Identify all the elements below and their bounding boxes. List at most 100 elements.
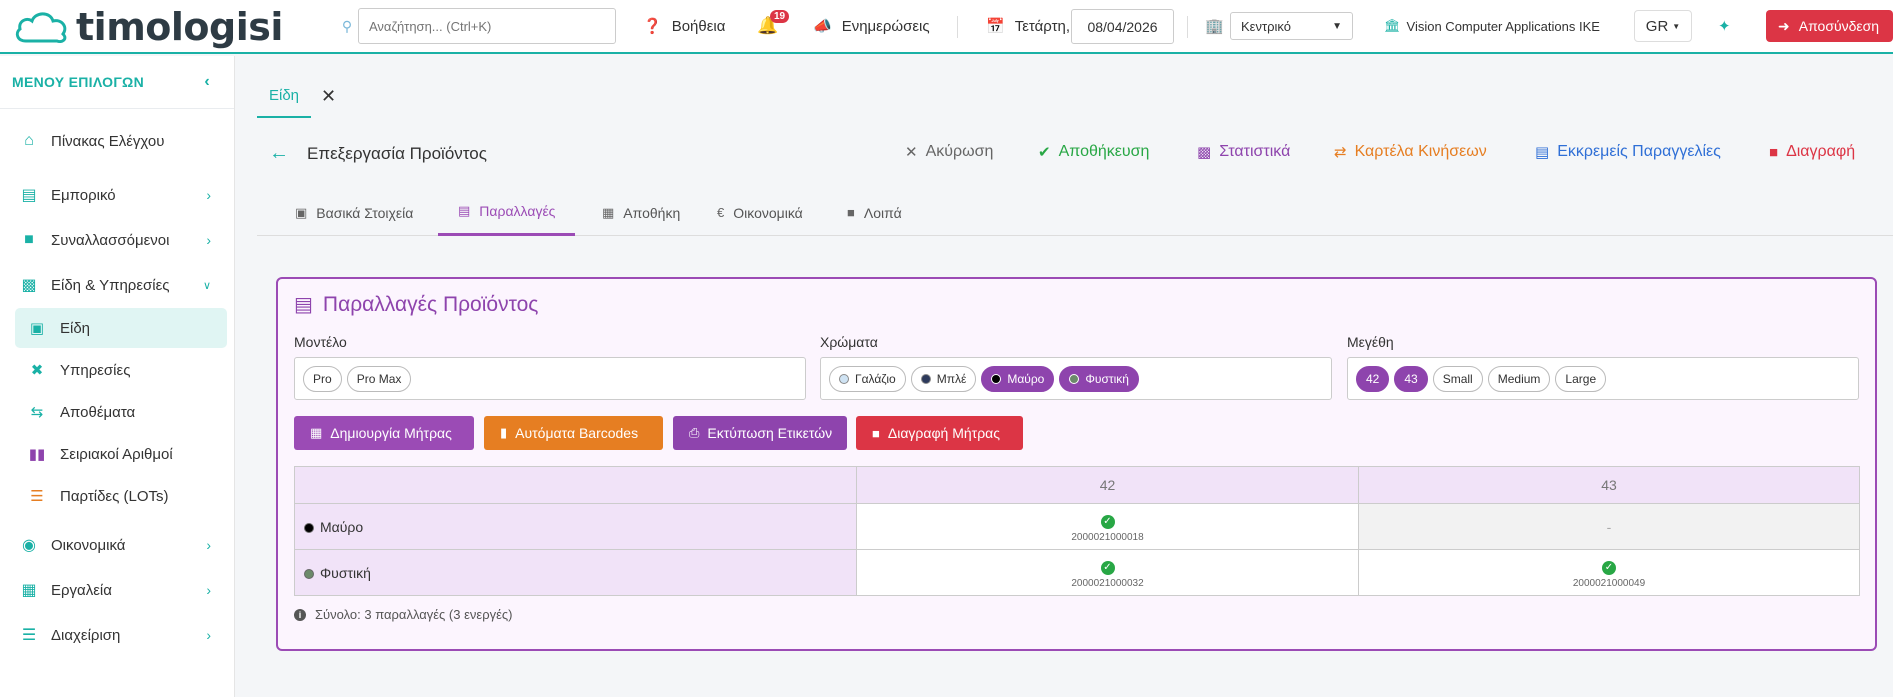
tab-other[interactable]: ■ Λοιπά — [827, 189, 922, 236]
color-chip[interactable]: Μαύρο — [981, 365, 1055, 392]
cloud-logo-icon — [15, 12, 67, 43]
barcode-icon: ▮▮ — [28, 446, 46, 463]
sidebar-item-admin[interactable]: ☰ Διαχείριση › — [0, 615, 235, 655]
toolbox-icon: ▦ — [21, 582, 37, 599]
sidebar-item-label: Εργαλεία — [51, 581, 112, 599]
magic-wand-icon: ✦ — [1718, 18, 1731, 35]
grid-icon: ▦ — [310, 425, 323, 440]
magic-wand-button[interactable]: ✦ — [1718, 0, 1741, 52]
sidebar-item-contacts[interactable]: ■ Συναλλασσόμενοι › — [0, 220, 235, 260]
sizes-tags-input[interactable]: 42 43 Small Medium Large — [1347, 357, 1859, 400]
tab-label: Παραλλαγές — [479, 203, 556, 219]
trash-icon: ■ — [1769, 143, 1779, 161]
help-link[interactable]: ❓ Βοήθεια — [643, 0, 725, 52]
page-title: Επεξεργασία Προϊόντος — [307, 144, 487, 163]
model-tags-input[interactable]: Pro Pro Max — [294, 357, 806, 400]
colors-tags-input[interactable]: Γαλάζιο Μπλέ Μαύρο Φυστική — [820, 357, 1332, 400]
model-chip[interactable]: Pro Max — [346, 365, 412, 392]
tab-basic-info[interactable]: ▣ Βασικά Στοιχεία — [275, 189, 433, 236]
sidebar-item-label: Υπηρεσίες — [60, 361, 131, 379]
matrix-cell-empty[interactable]: - — [1358, 503, 1860, 550]
create-matrix-button[interactable]: ▦ Δημιουργία Μήτρας — [294, 416, 474, 450]
date-input[interactable]: 08/04/2026 — [1071, 9, 1174, 44]
matrix-row: Φυστική ✓ 2000021000032 ✓ 2000021000049 — [294, 549, 1860, 596]
model-chip[interactable]: Pro — [303, 365, 342, 392]
color-swatch — [1069, 373, 1080, 384]
size-chip[interactable]: 43 — [1394, 365, 1428, 392]
size-chip[interactable]: Medium — [1487, 365, 1551, 392]
brand-name: timologisi — [76, 5, 283, 49]
sidebar-subitem-lots[interactable]: ☰ Παρτίδες (LOTs) — [15, 476, 227, 516]
sidebar-subitem-stock[interactable]: ⇆ Αποθέματα — [15, 392, 227, 432]
close-icon[interactable]: ✕ — [321, 86, 336, 107]
updates-link[interactable]: 📣 Ενημερώσεις — [813, 0, 930, 52]
movements-button[interactable]: ⇄ Καρτέλα Κινήσεων — [1334, 143, 1487, 161]
chevron-left-icon[interactable]: ‹ — [204, 73, 210, 91]
pending-orders-button[interactable]: ▤ Εκκρεμείς Παραγγελίες — [1535, 143, 1721, 161]
color-chip[interactable]: Φυστική — [1059, 365, 1139, 392]
delete-button[interactable]: ■ Διαγραφή — [1769, 143, 1855, 161]
print-labels-button[interactable]: ⎙ Εκτύπωση Ετικετών — [673, 416, 847, 450]
statistics-label: Στατιστικά — [1219, 143, 1291, 160]
box-icon: ▣ — [29, 320, 45, 337]
size-chip[interactable]: Small — [1432, 365, 1483, 392]
matrix-column-header: 43 — [1358, 466, 1860, 504]
color-chip[interactable]: Μπλέ — [910, 365, 977, 392]
folder-icon: ■ — [847, 205, 855, 220]
sidebar-item-label: Πίνακας Ελέγχου — [51, 132, 165, 150]
tab-products[interactable]: Είδη — [257, 74, 312, 118]
tab-label: Οικονομικά — [733, 204, 803, 221]
language-dropdown[interactable]: GR ▼ — [1634, 10, 1692, 42]
back-arrow-icon[interactable]: ← — [269, 142, 289, 165]
logout-button[interactable]: ➜ Αποσύνδεση — [1766, 10, 1893, 42]
chip-label: Μαύρο — [1007, 371, 1045, 386]
sidebar-subitem-serials[interactable]: ▮▮ Σειριακοί Αριθμοί — [15, 434, 227, 474]
sidebar-item-dashboard[interactable]: ⌂ Πίνακας Ελέγχου — [0, 121, 235, 161]
logout-label: Αποσύνδεση — [1798, 18, 1880, 34]
sidebar-item-finance[interactable]: ◉ Οικονομικά › — [0, 525, 235, 565]
cancel-button[interactable]: ✕ Ακύρωση — [905, 143, 993, 161]
matrix-row-header: Μαύρο — [294, 503, 857, 550]
sliders-icon: ☰ — [21, 627, 37, 644]
trash-icon: ■ — [872, 425, 880, 441]
coins-icon: ◉ — [22, 537, 36, 554]
auto-barcodes-button[interactable]: ▮ Αυτόματα Barcodes — [484, 416, 663, 450]
sidebar-item-products-services[interactable]: ▩ Είδη & Υπηρεσίες ∨ — [0, 265, 235, 305]
tab-warehouse[interactable]: ▦ Αποθήκη — [582, 189, 700, 236]
sizes-label: Μεγέθη — [1347, 334, 1394, 350]
panel-title: ▤ Παραλλαγές Προϊόντος — [294, 292, 538, 317]
size-chip[interactable]: 42 — [1356, 365, 1390, 392]
delete-matrix-button[interactable]: ■ Διαγραφή Μήτρας — [856, 416, 1023, 450]
top-bar: timologisi ⚲ ❓ Βοήθεια 🔔 19 📣 Ενημερώσει… — [0, 0, 1893, 54]
swatches-icon: ▤ — [294, 294, 313, 316]
tab-variants[interactable]: ▤ Παραλλαγές — [438, 189, 576, 236]
euro-icon: € — [717, 205, 725, 220]
matrix-cell[interactable]: ✓ 2000021000049 — [1358, 549, 1860, 596]
search-input[interactable] — [358, 8, 616, 44]
date-value: 08/04/2026 — [1087, 18, 1158, 35]
statistics-button[interactable]: ▩ Στατιστικά — [1197, 143, 1290, 161]
size-chip[interactable]: Large — [1555, 365, 1607, 392]
sidebar-subitem-products[interactable]: ▣ Είδη — [15, 308, 227, 348]
sidebar-item-commercial[interactable]: ▤ Εμπορικό › — [0, 175, 235, 215]
save-button[interactable]: ✔ Αποθήκευση — [1038, 143, 1149, 161]
color-chip[interactable]: Γαλάζιο — [829, 365, 906, 392]
movements-label: Καρτέλα Κινήσεων — [1354, 143, 1487, 160]
matrix-cell[interactable]: ✓ 2000021000032 — [856, 549, 1359, 596]
sidebar-item-tools[interactable]: ▦ Εργαλεία › — [0, 570, 235, 610]
colors-label: Χρώματα — [820, 334, 878, 350]
model-label: Μοντέλο — [294, 334, 347, 350]
notifications-button[interactable]: 🔔 19 — [757, 0, 790, 52]
sidebar-subitem-services[interactable]: ✖ Υπηρεσίες — [15, 350, 227, 390]
tab-financial[interactable]: € Οικονομικά — [697, 189, 823, 236]
check-circle-icon: ✓ — [1100, 560, 1115, 575]
chevron-right-icon: › — [206, 187, 211, 203]
divider — [0, 108, 234, 109]
sidebar-item-label: Συναλλασσόμενοι — [51, 231, 170, 249]
branch-select[interactable]: Κεντρικό ▼ — [1230, 12, 1353, 40]
logo[interactable]: timologisi — [12, 4, 283, 50]
chevron-right-icon: › — [206, 627, 211, 643]
sidebar-item-label: Σειριακοί Αριθμοί — [60, 445, 173, 463]
cancel-label: Ακύρωση — [925, 143, 994, 160]
matrix-cell[interactable]: ✓ 2000021000018 — [856, 503, 1359, 550]
